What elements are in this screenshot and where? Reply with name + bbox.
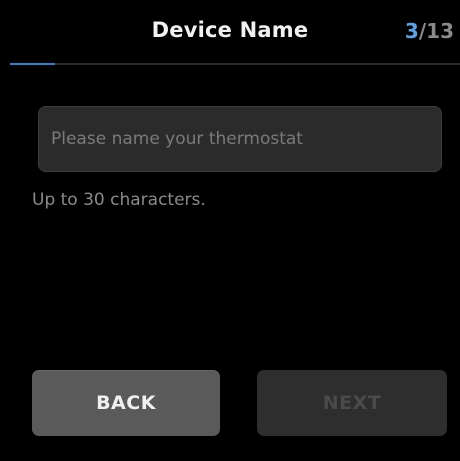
step-current: 3 — [404, 19, 419, 43]
device-name-screen: Device Name 3/13 Up to 30 characters. BA… — [0, 0, 460, 461]
character-limit-hint: Up to 30 characters. — [32, 190, 206, 210]
step-total: 13 — [426, 19, 454, 43]
page-title: Device Name — [151, 18, 309, 42]
progress-bar-fill — [10, 63, 55, 65]
header: Device Name 3/13 — [0, 0, 460, 64]
step-indicator: 3/13 — [404, 19, 454, 43]
device-name-input[interactable] — [38, 106, 442, 172]
back-button[interactable]: BACK — [32, 370, 220, 436]
next-button[interactable]: NEXT — [257, 370, 447, 436]
progress-bar — [10, 63, 460, 65]
